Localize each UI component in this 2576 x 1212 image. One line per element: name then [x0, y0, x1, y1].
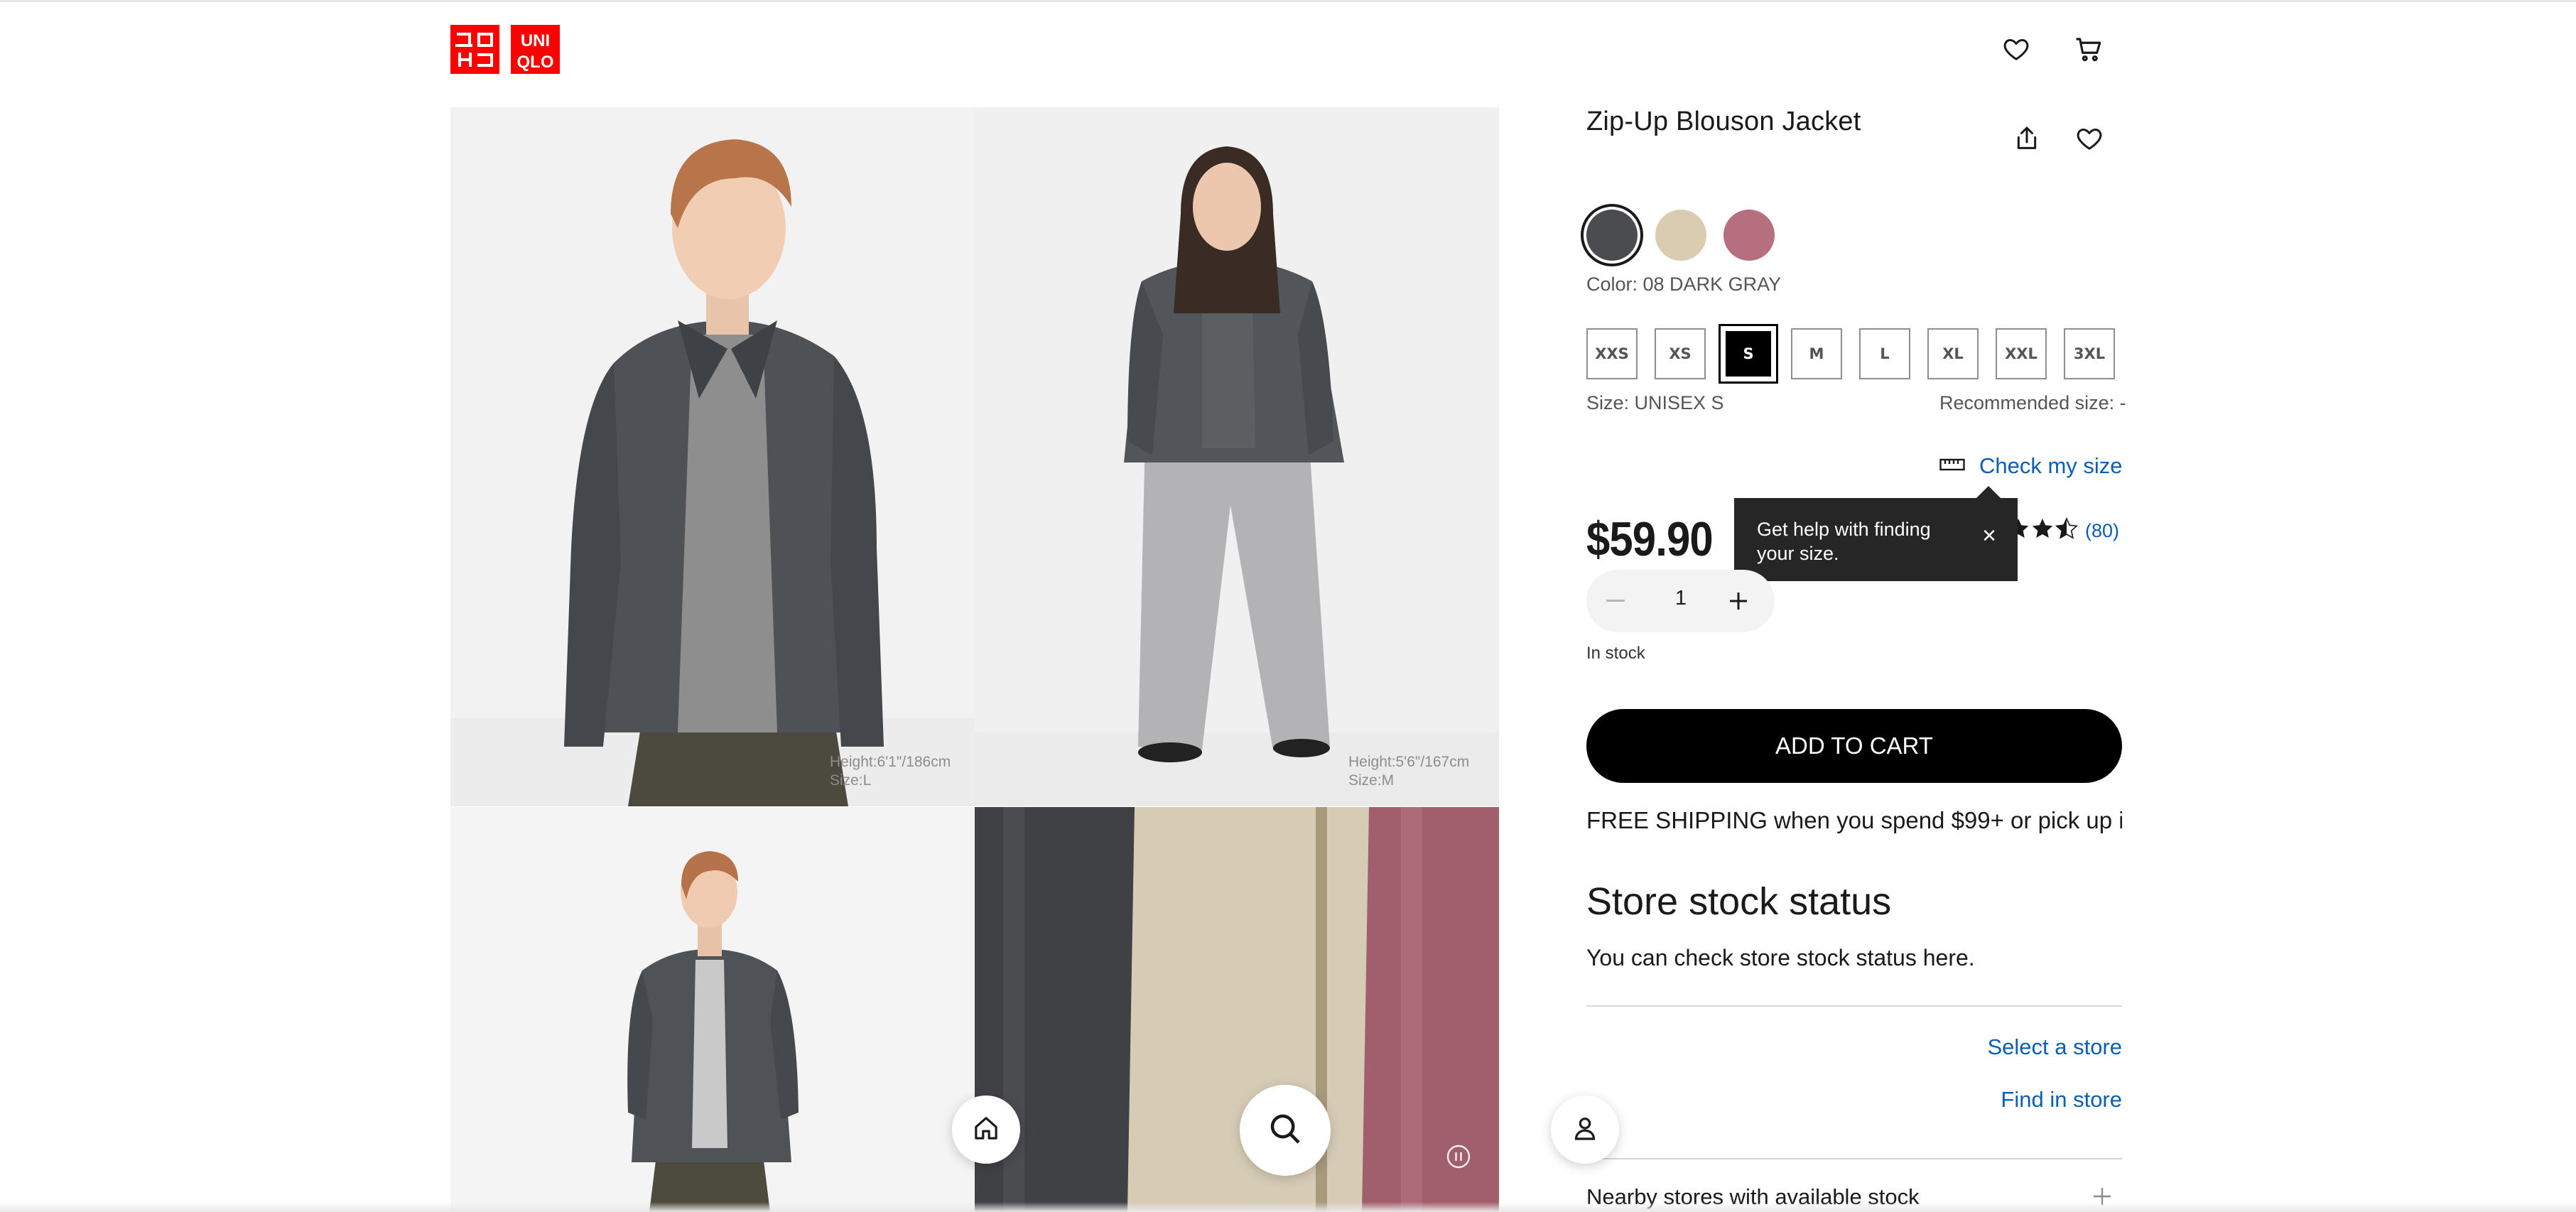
- color-swatch-beige[interactable]: [1655, 210, 1706, 261]
- product-title: Zip-Up Blouson Jacket: [1586, 107, 1861, 136]
- home-button[interactable]: [952, 1095, 1020, 1164]
- select-store-link[interactable]: Select a store: [1904, 1034, 2122, 1060]
- quantity-stepper: 1: [1586, 570, 1775, 632]
- tooltip-close-icon[interactable]: ×: [1982, 524, 1996, 548]
- add-to-cart-button[interactable]: ADD TO CART: [1586, 709, 2122, 783]
- account-button[interactable]: [1551, 1095, 1619, 1164]
- user-icon: [1571, 1114, 1599, 1146]
- size-option-s[interactable]: S: [1719, 324, 1778, 384]
- recommended-size: Recommended size: -: [1939, 392, 2126, 413]
- check-my-size-link[interactable]: Check my size: [1939, 453, 2123, 479]
- favorite-heart-icon[interactable]: [2068, 117, 2111, 160]
- model-height-caption: Height:6'1"/186cm Size:L: [830, 754, 951, 789]
- search-icon: [1266, 1110, 1304, 1152]
- page-bottom-edge: [0, 1202, 2576, 1212]
- size-option-xl[interactable]: XL: [1927, 328, 1979, 379]
- product-photo-man-front[interactable]: Height:6'1"/186cm Size:L: [450, 107, 975, 806]
- product-price: $59.90: [1586, 512, 1714, 566]
- product-photo-fabric-colors[interactable]: [975, 807, 1499, 1212]
- divider: [1586, 1158, 2122, 1159]
- wishlist-heart-icon[interactable]: [1995, 28, 2037, 70]
- free-shipping-banner: FREE SHIPPING when you spend $99+ or pic…: [1586, 807, 2122, 833]
- pause-slideshow-button[interactable]: [1446, 1144, 1471, 1169]
- color-swatch-pink[interactable]: [1723, 210, 1775, 261]
- top-border: [0, 0, 2576, 2]
- store-stock-description: You can check store stock status here.: [1586, 945, 1975, 970]
- size-option-xxs[interactable]: XXS: [1586, 328, 1638, 379]
- model-height-caption: Height:5'6"/167cm Size:M: [1348, 754, 1470, 789]
- review-count[interactable]: (80): [2085, 520, 2119, 542]
- svg-text:QLO: QLO: [517, 53, 554, 72]
- cart-icon[interactable]: [2067, 28, 2110, 70]
- stock-status: In stock: [1586, 644, 1645, 663]
- product-photo-woman-full[interactable]: Height:5'6"/167cm Size:M: [975, 107, 1499, 806]
- share-icon[interactable]: [2006, 117, 2048, 160]
- size-option-xxl[interactable]: XXL: [1996, 328, 2047, 379]
- svg-text:UNI: UNI: [521, 31, 550, 50]
- product-photo-man-styling[interactable]: [450, 807, 975, 1212]
- uniqlo-logo[interactable]: UNI QLO: [450, 25, 560, 74]
- pause-icon: [1446, 1145, 1471, 1172]
- size-option-xs[interactable]: XS: [1655, 328, 1706, 379]
- color-swatch-dark-gray[interactable]: [1581, 204, 1643, 266]
- size-option-3xl[interactable]: 3XL: [2064, 328, 2115, 379]
- search-button[interactable]: [1240, 1085, 1331, 1176]
- size-label: Size: UNISEX S: [1586, 392, 1724, 413]
- size-help-tooltip: Get help with finding your size. ×: [1734, 498, 2018, 581]
- size-selector: XXS XS S M L XL XXL 3XL: [1586, 324, 2126, 384]
- tooltip-text: Get help with finding your size.: [1757, 519, 1931, 564]
- decrease-quantity-icon[interactable]: [1606, 600, 1625, 602]
- size-option-l[interactable]: L: [1859, 328, 1910, 379]
- divider: [1586, 1005, 2122, 1007]
- color-label: Color: 08 DARK GRAY: [1586, 274, 1782, 295]
- increase-quantity-icon[interactable]: [1728, 591, 1748, 611]
- size-option-m[interactable]: M: [1791, 328, 1842, 379]
- find-in-store-link[interactable]: Find in store: [1904, 1087, 2122, 1113]
- store-stock-title: Store stock status: [1586, 880, 1892, 923]
- home-icon: [972, 1114, 1000, 1146]
- ruler-icon: [1939, 457, 1965, 476]
- quantity-value[interactable]: 1: [1666, 587, 1696, 610]
